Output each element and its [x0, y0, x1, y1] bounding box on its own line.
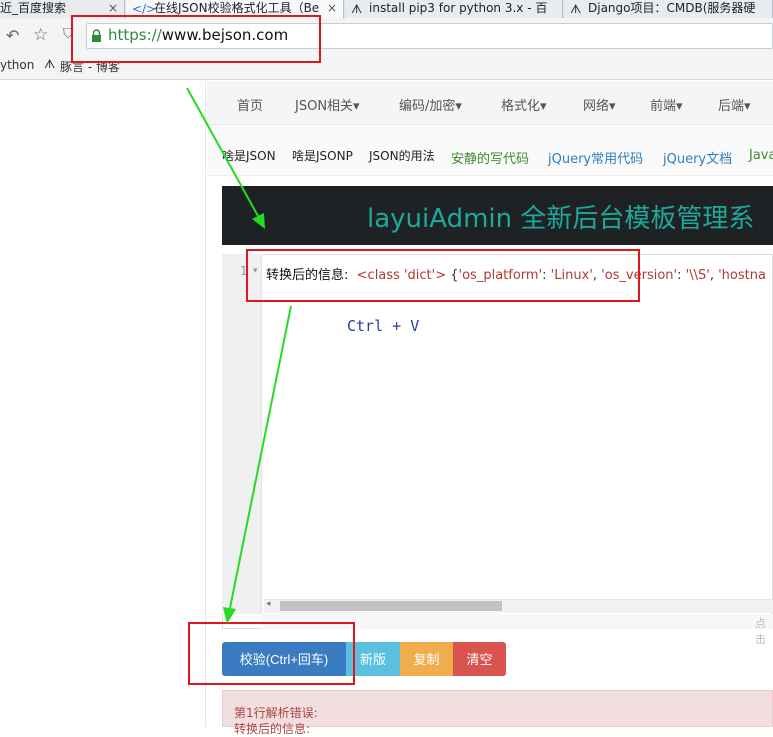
arrow-line — [229, 305, 292, 609]
arrow-line — [186, 87, 259, 217]
arrow-head — [223, 607, 236, 624]
annotation-arrows — [186, 87, 292, 624]
